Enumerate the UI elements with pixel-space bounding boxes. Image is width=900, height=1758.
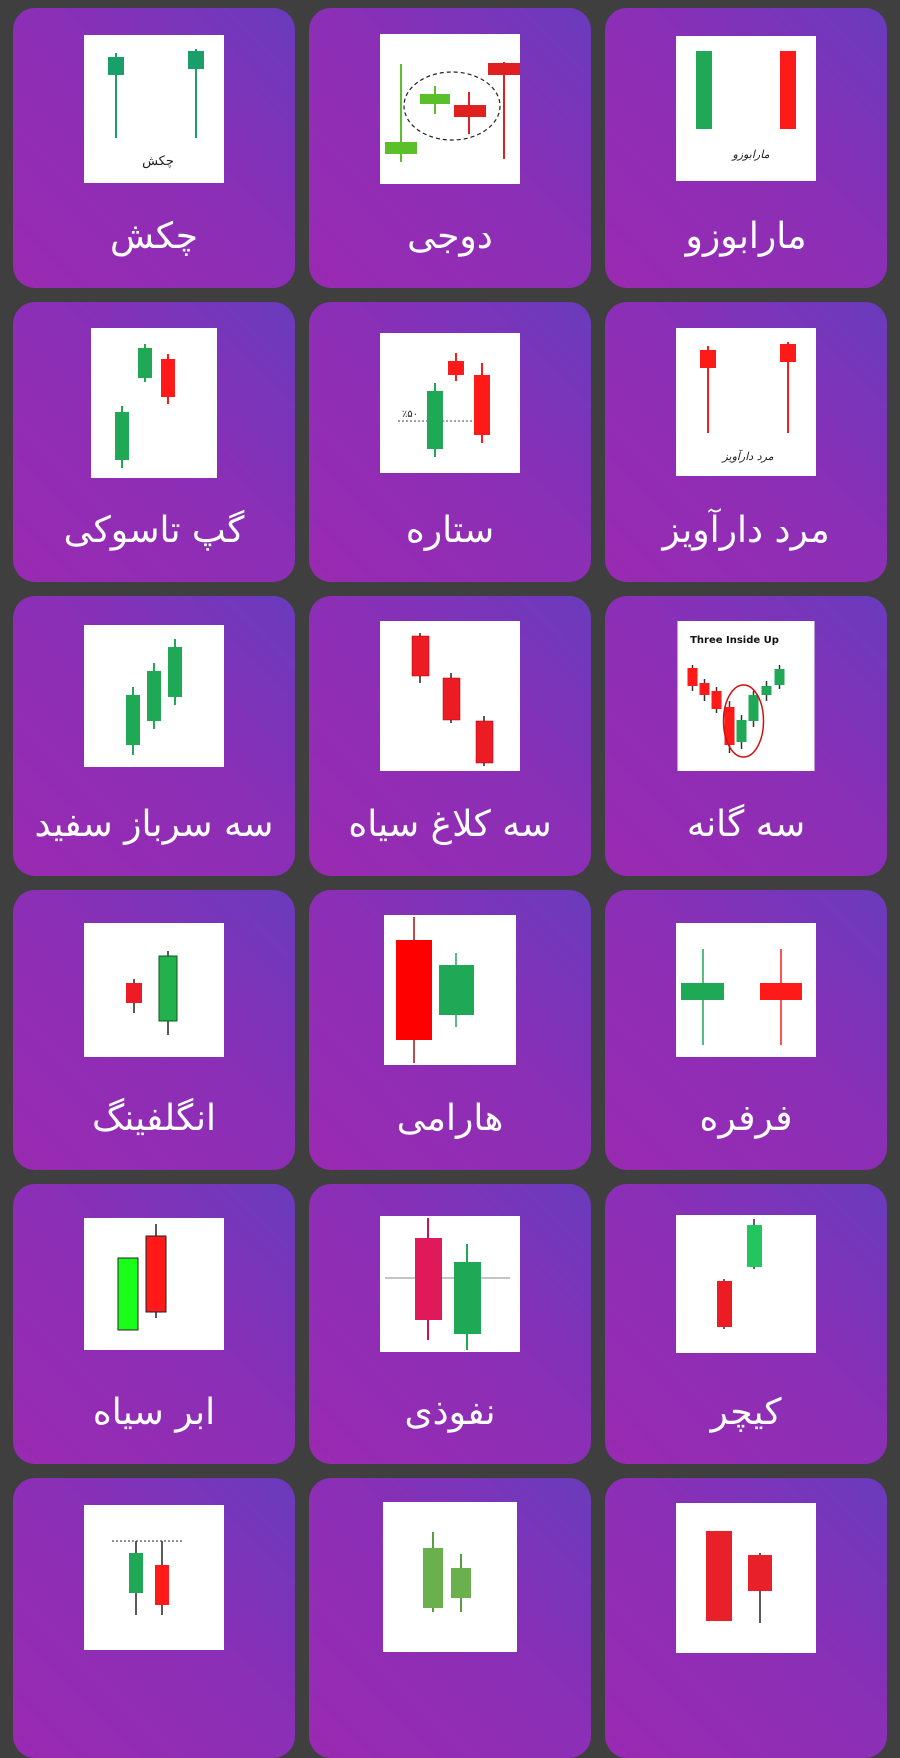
- hanging-man-chart-icon: مرد دارآویز: [676, 328, 816, 476]
- pattern-title: هارامی: [396, 1098, 504, 1139]
- harami-chart-icon: [384, 915, 516, 1065]
- pattern-card-17[interactable]: [309, 1478, 591, 1758]
- pattern-card-star[interactable]: ٪۵۰ ستاره: [309, 302, 591, 582]
- doji-chart-icon: [380, 34, 520, 184]
- pattern-title: کیچر: [710, 1392, 782, 1433]
- pattern-title: سه کلاغ سیاه: [348, 804, 552, 845]
- pattern-card-engulfing[interactable]: انگلفینگ: [13, 890, 295, 1170]
- pattern-title: نفوذی: [404, 1392, 496, 1433]
- star-caption: ٪۵۰: [402, 409, 418, 420]
- pattern-title: مرد دارآویز: [662, 510, 830, 551]
- pattern-title: ابر سیاه: [92, 1392, 216, 1433]
- star-chart-icon: ٪۵۰: [380, 333, 520, 473]
- three-black-crows-chart-icon: [380, 621, 520, 771]
- pattern-title: فرفره: [699, 1098, 793, 1139]
- pattern-card-doji[interactable]: دوجی: [309, 8, 591, 288]
- hammer-caption: چکش: [142, 154, 174, 169]
- pattern-17-chart-icon: [383, 1502, 517, 1652]
- tasuki-gap-chart-icon: [91, 328, 217, 478]
- kicker-chart-icon: [676, 1215, 816, 1353]
- pattern-card-hammer[interactable]: چکش چکش: [13, 8, 295, 288]
- dark-cloud-chart-icon: [84, 1218, 224, 1350]
- pattern-card-hanging-man[interactable]: مرد دارآویز مرد دارآویز: [605, 302, 887, 582]
- pattern-card-dark-cloud[interactable]: ابر سیاه: [13, 1184, 295, 1464]
- pattern-card-harami[interactable]: هارامی: [309, 890, 591, 1170]
- pattern-18-chart-icon: [84, 1505, 224, 1650]
- pattern-16-chart-icon: [676, 1503, 816, 1653]
- hanging-man-caption: مرد دارآویز: [720, 449, 773, 463]
- three-inside-up-caption: Three Inside Up: [690, 635, 779, 646]
- pattern-title: انگلفینگ: [92, 1098, 216, 1139]
- pattern-card-three-white-soldiers[interactable]: سه سرباز سفید: [13, 596, 295, 876]
- engulfing-chart-icon: [84, 923, 224, 1057]
- pattern-card-spinning-top[interactable]: فرفره: [605, 890, 887, 1170]
- pattern-card-three-black-crows[interactable]: سه کلاغ سیاه: [309, 596, 591, 876]
- pattern-card-piercing[interactable]: نفوذی: [309, 1184, 591, 1464]
- pattern-card-three-inside-up[interactable]: Three Inside Up سه گانه: [605, 596, 887, 876]
- pattern-title: مارابوزو: [685, 216, 807, 257]
- marubozu-chart-icon: مارابوزو: [676, 36, 816, 181]
- pattern-title: چکش: [109, 216, 199, 257]
- spinning-top-chart-icon: [676, 923, 816, 1057]
- pattern-title: گپ تاسوکی: [63, 510, 245, 551]
- pattern-card-tasuki-gap[interactable]: گپ تاسوکی: [13, 302, 295, 582]
- pattern-card-kicker[interactable]: کیچر: [605, 1184, 887, 1464]
- pattern-card-16[interactable]: [605, 1478, 887, 1758]
- pattern-card-18[interactable]: [13, 1478, 295, 1758]
- hammer-chart-icon: چکش: [84, 35, 224, 183]
- pattern-card-marubozu[interactable]: مارابوزو مارابوزو: [605, 8, 887, 288]
- three-white-soldiers-chart-icon: [84, 625, 224, 767]
- marubozu-caption: مارابوزو: [731, 148, 770, 161]
- pattern-title: سه سرباز سفید: [34, 804, 274, 845]
- pattern-title: سه گانه: [686, 804, 806, 845]
- piercing-chart-icon: [380, 1216, 520, 1352]
- pattern-grid: مارابوزو مارابوزو دوجی چکش چکش مرد دارآو…: [0, 0, 900, 1758]
- pattern-title: ستاره: [405, 510, 495, 551]
- three-inside-up-chart-icon: Three Inside Up: [677, 621, 815, 771]
- pattern-title: دوجی: [407, 216, 493, 257]
